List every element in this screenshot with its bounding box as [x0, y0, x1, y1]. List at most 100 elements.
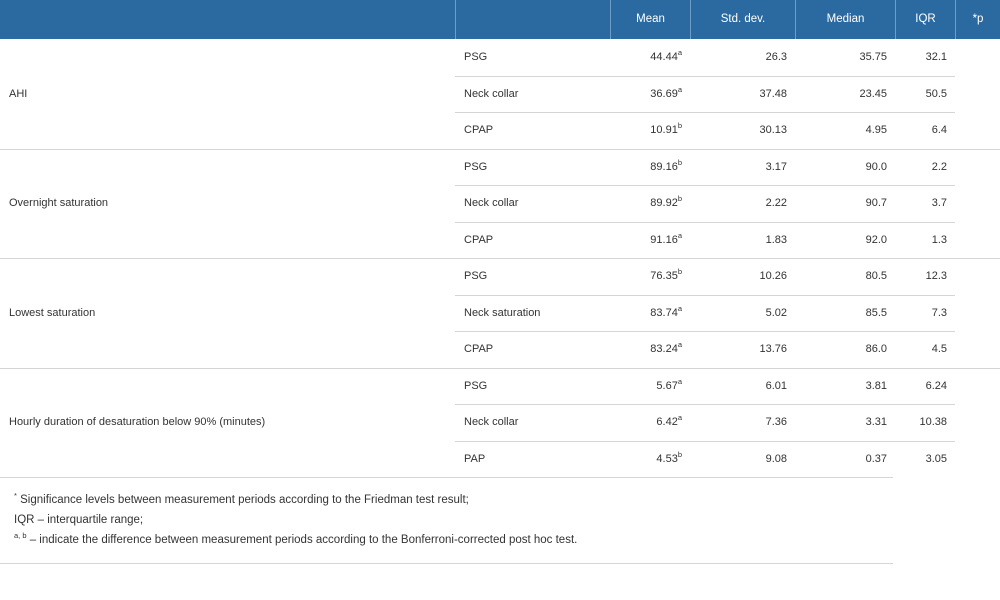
cell-std-dev-value: 26.3	[765, 51, 787, 63]
significance-superscript: b	[677, 267, 682, 276]
cell-mean: 4.53b	[610, 441, 690, 477]
cell-std-dev-value: 3.17	[765, 160, 787, 173]
cell-std-dev-value: 6.01	[765, 379, 787, 392]
cell-mean-value: 89.92	[650, 197, 678, 209]
cell-mean: 83.24a	[610, 331, 690, 367]
cell-median: 0.37	[795, 441, 895, 477]
cell-period: Neck collar	[455, 76, 610, 112]
cell-mean-value: 89.16	[650, 160, 678, 173]
significance-superscript: b	[677, 157, 682, 167]
cell-median-value: 23.45	[859, 87, 887, 100]
cell-iqr: 10.38	[895, 404, 955, 440]
cell-std-dev: 7.36	[690, 404, 795, 440]
cell-median: 90.0	[795, 149, 895, 185]
cell-median-value: 86.0	[865, 343, 887, 355]
cell-period: PAP	[455, 441, 610, 477]
group-divider	[0, 477, 893, 478]
cell-mean-value: 6.42	[656, 416, 678, 428]
footnote-1-text: Significance levels between measurement …	[16, 494, 469, 506]
row-group-label: AHI	[9, 87, 28, 100]
cell-median: 90.7	[795, 185, 895, 221]
significance-superscript: a	[677, 230, 682, 240]
cell-std-dev-value: 9.08	[765, 452, 787, 465]
cell-iqr-value: 7.3	[931, 306, 947, 319]
cell-median: 86.0	[795, 331, 895, 367]
cell-period-value: PSG	[464, 160, 488, 173]
cell-mean-value: 4.53	[656, 452, 678, 465]
cell-iqr: 50.5	[895, 76, 955, 112]
cell-mean-value: 76.35	[650, 270, 678, 282]
cell-median: 3.81	[795, 368, 895, 404]
cell-iqr-value: 3.7	[931, 197, 947, 209]
cell-iqr: 6.4	[895, 112, 955, 148]
cell-period-value: Neck collar	[464, 87, 519, 100]
cell-std-dev: 37.48	[690, 76, 795, 112]
cell-iqr-value: 2.2	[931, 160, 947, 173]
cell-mean-value: 83.24	[650, 343, 678, 355]
cell-period: PSG	[455, 149, 610, 185]
cell-period-value: CPAP	[464, 233, 494, 246]
footnote-1: * Significance levels between measuremen…	[14, 490, 894, 510]
header-mean: Mean	[610, 0, 690, 39]
cell-iqr-value: 6.24	[925, 379, 947, 392]
cell-mean-value: 10.91	[650, 124, 678, 136]
cell-std-dev-value: 1.83	[765, 233, 787, 246]
header-iqr: IQR	[895, 0, 955, 39]
cell-median: 80.5	[795, 258, 895, 294]
cell-median-value: 90.0	[865, 160, 887, 173]
cell-mean: 83.74a	[610, 295, 690, 331]
cell-period-value: Neck collar	[464, 197, 519, 209]
footnote-3-text: – indicate the difference between measur…	[26, 534, 578, 546]
significance-superscript: b	[677, 121, 682, 130]
cell-median-value: 80.5	[865, 270, 887, 282]
significance-superscript: a	[677, 413, 682, 422]
cell-std-dev: 10.26	[690, 258, 795, 294]
cell-period: CPAP	[455, 112, 610, 148]
cell-median: 3.31	[795, 404, 895, 440]
cell-mean: 10.91b	[610, 112, 690, 148]
cell-median-value: 3.81	[865, 379, 887, 392]
cell-std-dev: 13.76	[690, 331, 795, 367]
cell-period: PSG	[455, 258, 610, 294]
cell-std-dev-value: 7.36	[765, 416, 787, 428]
cell-period-value: Neck collar	[464, 416, 519, 428]
cell-std-dev: 9.08	[690, 441, 795, 477]
row-group-label: Hourly duration of desaturation below 90…	[9, 416, 266, 429]
footnote-2-text: IQR – interquartile range;	[14, 514, 144, 526]
cell-period: CPAP	[455, 222, 610, 258]
significance-superscript: b	[677, 194, 682, 203]
cell-median-value: 0.37	[865, 452, 887, 465]
cell-iqr-value: 6.4	[931, 124, 947, 136]
cell-median: 85.5	[795, 295, 895, 331]
cell-period-value: CPAP	[464, 124, 494, 136]
header-period	[455, 0, 610, 39]
cell-mean: 89.16b	[610, 149, 690, 185]
cell-median-value: 35.75	[859, 51, 887, 63]
cell-iqr: 3.05	[895, 441, 955, 477]
cell-median: 35.75	[795, 39, 895, 75]
significance-superscript: a	[677, 48, 682, 57]
cell-mean-value: 83.74	[650, 306, 678, 319]
table-header: Mean Std. dev. Median IQR *p	[0, 0, 1000, 39]
row-group-label: Lowest saturation	[9, 306, 96, 319]
header-median: Median	[795, 0, 895, 39]
cell-std-dev-value: 2.22	[765, 197, 787, 209]
cell-mean: 76.35b	[610, 258, 690, 294]
cell-std-dev-value: 37.48	[759, 87, 787, 100]
cell-iqr-value: 3.05	[925, 452, 947, 465]
cell-std-dev: 5.02	[690, 295, 795, 331]
cell-std-dev: 30.13	[690, 112, 795, 148]
cell-iqr-value: 12.3	[925, 270, 947, 282]
cell-median: 92.0	[795, 222, 895, 258]
header-group	[0, 0, 455, 39]
cell-period: Neck saturation	[455, 295, 610, 331]
cell-iqr-value: 4.5	[931, 343, 947, 355]
significance-superscript: a	[677, 340, 682, 349]
cell-mean-value: 44.44	[650, 51, 678, 63]
cell-median-value: 3.31	[865, 416, 887, 428]
significance-superscript: a	[677, 376, 682, 386]
cell-period: Neck collar	[455, 404, 610, 440]
cell-median-value: 90.7	[865, 197, 887, 209]
cell-std-dev: 3.17	[690, 149, 795, 185]
significance-superscript: a	[677, 84, 682, 94]
